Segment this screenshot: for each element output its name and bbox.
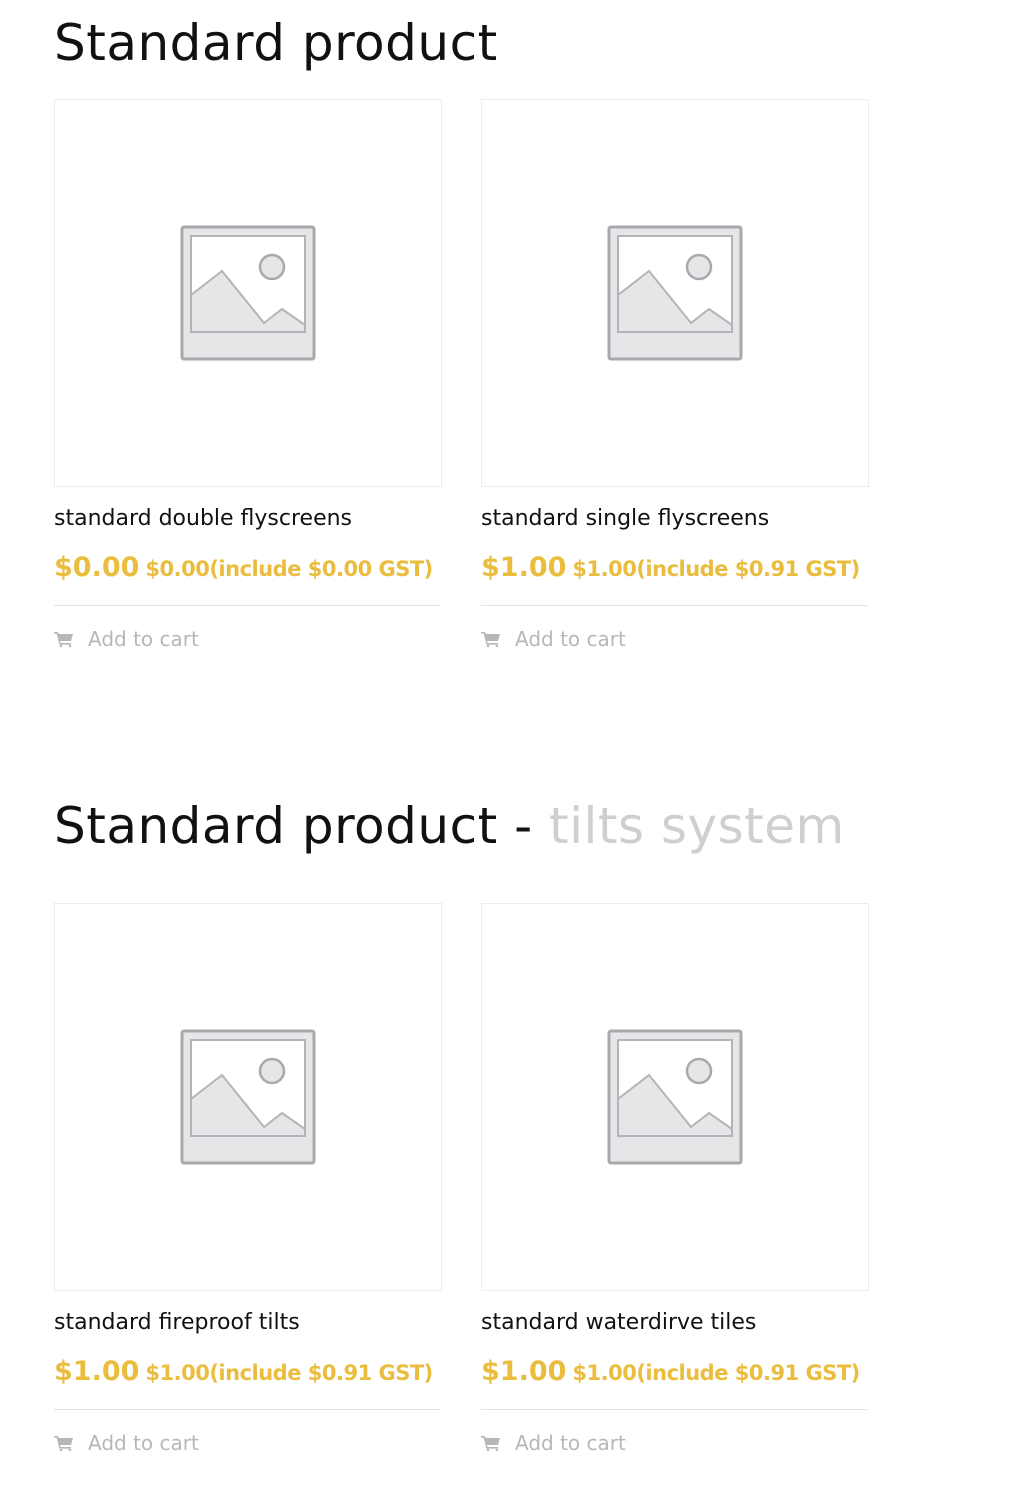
add-to-cart-label: Add to cart bbox=[515, 627, 626, 651]
price-incl-gst: $1.00(include $0.91 GST) bbox=[572, 1361, 860, 1385]
image-placeholder-icon bbox=[180, 225, 316, 361]
cart-icon bbox=[54, 631, 74, 647]
section-title: Standard product bbox=[54, 18, 498, 68]
add-to-cart-button[interactable]: Add to cart bbox=[54, 1430, 442, 1456]
cart-icon bbox=[481, 1435, 501, 1451]
product-price: $0.00 $0.00(include $0.00 GST) bbox=[54, 546, 440, 593]
add-to-cart-button[interactable]: Add to cart bbox=[481, 626, 869, 652]
add-to-cart-label: Add to cart bbox=[88, 627, 199, 651]
divider bbox=[481, 605, 867, 606]
section-title-text: Standard product bbox=[54, 14, 498, 72]
section-title: Standard product - tilts system bbox=[54, 801, 845, 851]
add-to-cart-button[interactable]: Add to cart bbox=[54, 626, 442, 652]
add-to-cart-label: Add to cart bbox=[88, 1431, 199, 1455]
section-title-separator: - bbox=[497, 797, 550, 855]
product-name[interactable]: standard fireproof tilts bbox=[54, 1310, 442, 1336]
cart-icon bbox=[481, 631, 501, 647]
product-card: standard single flyscreens $1.00 $1.00(in… bbox=[481, 99, 869, 652]
cart-icon bbox=[54, 1435, 74, 1451]
divider bbox=[481, 1409, 867, 1410]
divider bbox=[54, 605, 440, 606]
price-incl-gst: $1.00(include $0.91 GST) bbox=[145, 1361, 433, 1385]
image-placeholder-icon bbox=[607, 225, 743, 361]
add-to-cart-label: Add to cart bbox=[515, 1431, 626, 1455]
price-amount: $1.00 bbox=[54, 1356, 140, 1387]
product-price: $1.00 $1.00(include $0.91 GST) bbox=[481, 1350, 867, 1397]
price-amount: $1.00 bbox=[481, 1356, 567, 1387]
section-title-suffix: tilts system bbox=[549, 797, 845, 855]
image-placeholder-icon bbox=[180, 1029, 316, 1165]
product-image[interactable] bbox=[54, 99, 442, 487]
product-card: standard fireproof tilts $1.00 $1.00(incl… bbox=[54, 903, 442, 1456]
product-name[interactable]: standard single flyscreens bbox=[481, 506, 869, 532]
product-card: standard double flyscreens $0.00 $0.00(in… bbox=[54, 99, 442, 652]
price-incl-gst: $1.00(include $0.91 GST) bbox=[572, 557, 860, 581]
price-amount: $1.00 bbox=[481, 552, 567, 583]
price-amount: $0.00 bbox=[54, 552, 140, 583]
product-card: standard waterdirve tiles $1.00 $1.00(inc… bbox=[481, 903, 869, 1456]
product-name[interactable]: standard double flyscreens bbox=[54, 506, 442, 532]
product-price: $1.00 $1.00(include $0.91 GST) bbox=[54, 1350, 440, 1397]
product-image[interactable] bbox=[481, 903, 869, 1291]
section-title-text: Standard product bbox=[54, 797, 498, 855]
divider bbox=[54, 1409, 440, 1410]
add-to-cart-button[interactable]: Add to cart bbox=[481, 1430, 869, 1456]
product-name[interactable]: standard waterdirve tiles bbox=[481, 1310, 869, 1336]
product-price: $1.00 $1.00(include $0.91 GST) bbox=[481, 546, 867, 593]
image-placeholder-icon bbox=[607, 1029, 743, 1165]
product-image[interactable] bbox=[481, 99, 869, 487]
price-incl-gst: $0.00(include $0.00 GST) bbox=[145, 557, 433, 581]
product-image[interactable] bbox=[54, 903, 442, 1291]
